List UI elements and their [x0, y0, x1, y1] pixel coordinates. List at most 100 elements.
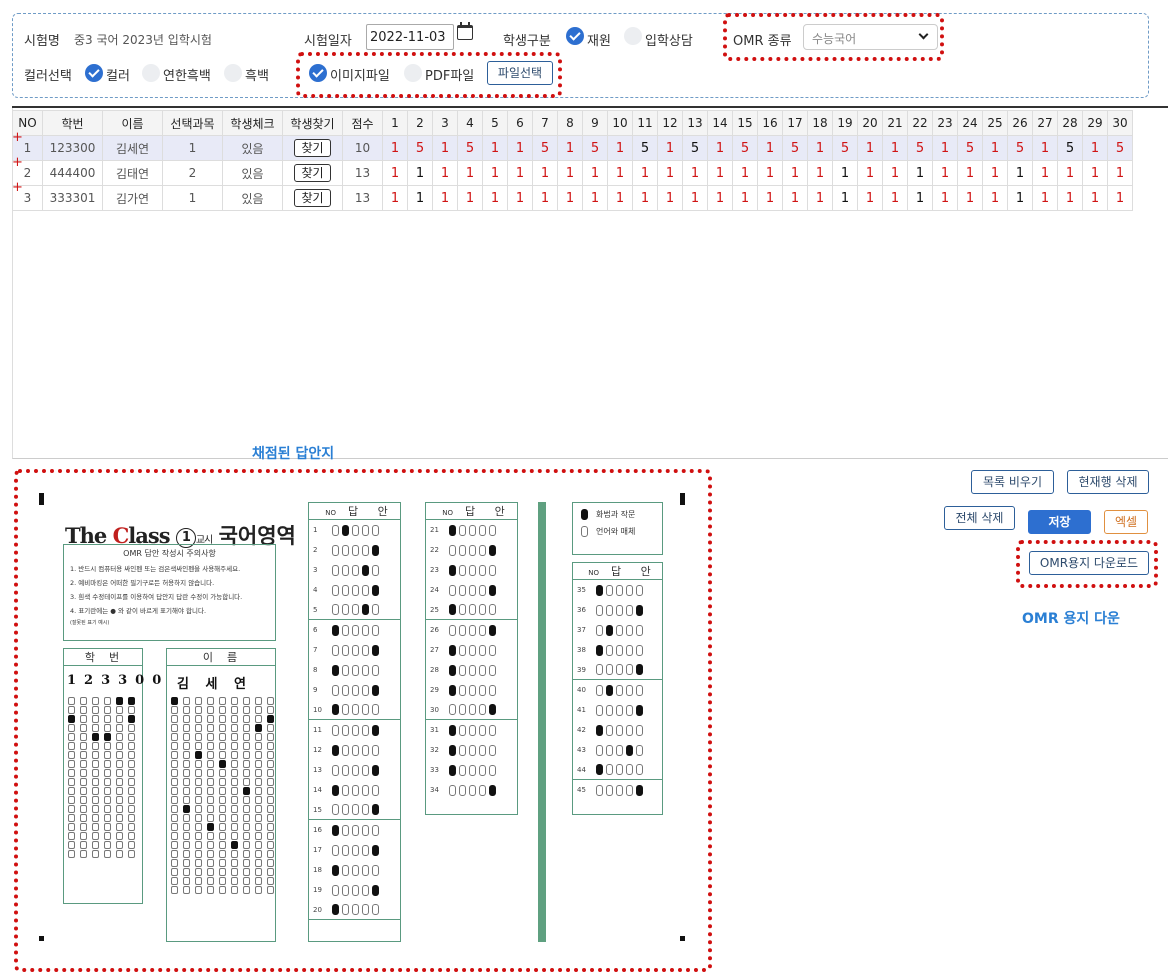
grid-question-header[interactable]: 17 — [782, 110, 808, 136]
answer-cell[interactable]: 1 — [757, 160, 783, 186]
grid-question-header[interactable]: 19 — [832, 110, 858, 136]
answer-cell[interactable]: 5 — [732, 135, 758, 161]
answer-cell[interactable]: 1 — [1032, 185, 1058, 211]
answer-cell[interactable]: 1 — [907, 160, 933, 186]
answer-cell[interactable]: 5 — [1057, 135, 1083, 161]
grid-question-header[interactable]: 15 — [732, 110, 758, 136]
answer-cell[interactable]: 1 — [607, 185, 633, 211]
answer-cell[interactable]: 5 — [457, 135, 483, 161]
answer-cell[interactable]: 5 — [907, 135, 933, 161]
answer-cell[interactable]: 5 — [1007, 135, 1033, 161]
answer-cell[interactable]: 5 — [582, 135, 608, 161]
answer-cell[interactable]: 1 — [457, 160, 483, 186]
find-student-button[interactable]: 찾기 — [294, 189, 331, 207]
answer-cell[interactable]: 1 — [1007, 185, 1033, 211]
answer-cell[interactable]: 1 — [1082, 135, 1108, 161]
answer-cell[interactable]: 1 — [432, 135, 458, 161]
grid-question-header[interactable]: 1 — [382, 110, 408, 136]
answer-cell[interactable]: 5 — [682, 135, 708, 161]
answer-cell[interactable]: 5 — [632, 135, 658, 161]
grid-header-cell[interactable]: 이름 — [102, 110, 163, 136]
answer-cell[interactable]: 1 — [1082, 160, 1108, 186]
table-row[interactable]: +3 333301 김가연 1 있음 찾기 13 1 1 1 1 1 1 1 1 1 1 1 1 1 1 1 1 1 1 1 1 1 1… — [12, 180, 1133, 211]
grid-question-header[interactable]: 8 — [557, 110, 583, 136]
answer-cell[interactable]: 1 — [657, 160, 683, 186]
answer-cell[interactable]: 1 — [407, 185, 433, 211]
grid-header-cell[interactable]: 학번 — [42, 110, 103, 136]
answer-cell[interactable]: 1 — [732, 160, 758, 186]
grid-question-header[interactable]: 27 — [1032, 110, 1058, 136]
answer-cell[interactable]: 1 — [557, 185, 583, 211]
grid-question-header[interactable]: 18 — [807, 110, 833, 136]
answer-cell[interactable]: 1 — [482, 160, 508, 186]
answer-cell[interactable]: 1 — [707, 160, 733, 186]
answer-cell[interactable]: 1 — [932, 135, 958, 161]
radio-light-mono[interactable] — [142, 64, 160, 82]
answer-cell[interactable]: 5 — [957, 135, 983, 161]
answer-cell[interactable]: 1 — [1057, 160, 1083, 186]
answer-cell[interactable]: 1 — [932, 160, 958, 186]
grid-header-cell[interactable]: 학생체크 — [222, 110, 283, 136]
grid-question-header[interactable]: 20 — [857, 110, 883, 136]
answer-cell[interactable]: 5 — [532, 135, 558, 161]
answer-cell[interactable]: 1 — [857, 185, 883, 211]
answer-cell[interactable]: 1 — [1032, 160, 1058, 186]
answer-cell[interactable]: 1 — [757, 135, 783, 161]
answer-cell[interactable]: 1 — [507, 135, 533, 161]
grid-question-header[interactable]: 12 — [657, 110, 683, 136]
answer-cell[interactable]: 1 — [432, 185, 458, 211]
expand-plus-icon[interactable]: + — [12, 180, 23, 195]
grid-question-header[interactable]: 7 — [532, 110, 558, 136]
answer-cell[interactable]: 1 — [582, 185, 608, 211]
answer-cell[interactable]: 5 — [1107, 135, 1133, 161]
answer-cell[interactable]: 1 — [607, 160, 633, 186]
answer-cell[interactable]: 1 — [382, 185, 408, 211]
grid-question-header[interactable]: 21 — [882, 110, 908, 136]
grid-question-header[interactable]: 22 — [907, 110, 933, 136]
answer-cell[interactable]: 1 — [682, 185, 708, 211]
answer-cell[interactable]: 1 — [1057, 185, 1083, 211]
grid-question-header[interactable]: 3 — [432, 110, 458, 136]
grid-question-header[interactable]: 6 — [507, 110, 533, 136]
answer-cell[interactable]: 1 — [1082, 185, 1108, 211]
answer-cell[interactable]: 1 — [982, 135, 1008, 161]
answer-cell[interactable]: 1 — [482, 185, 508, 211]
exam-date-input[interactable] — [366, 24, 454, 50]
answer-cell[interactable]: 1 — [832, 160, 858, 186]
grid-question-header[interactable]: 13 — [682, 110, 708, 136]
grid-question-header[interactable]: 25 — [982, 110, 1008, 136]
grid-question-header[interactable]: 23 — [932, 110, 958, 136]
answer-cell[interactable]: 1 — [682, 160, 708, 186]
answer-cell[interactable]: 1 — [532, 160, 558, 186]
expand-plus-icon[interactable]: + — [12, 155, 23, 170]
answer-cell[interactable]: 1 — [657, 185, 683, 211]
answer-cell[interactable]: 1 — [882, 160, 908, 186]
grid-question-header[interactable]: 16 — [757, 110, 783, 136]
answer-cell[interactable]: 5 — [832, 135, 858, 161]
answer-cell[interactable]: 1 — [557, 160, 583, 186]
answer-cell[interactable]: 1 — [382, 135, 408, 161]
answer-cell[interactable]: 1 — [707, 135, 733, 161]
answer-cell[interactable]: 1 — [807, 135, 833, 161]
grid-question-header[interactable]: 26 — [1007, 110, 1033, 136]
answer-cell[interactable]: 1 — [907, 185, 933, 211]
delete-current-row-button[interactable]: 현재행 삭제 — [1067, 470, 1149, 494]
grid-header-cell[interactable]: 점수 — [342, 110, 383, 136]
answer-cell[interactable]: 1 — [482, 135, 508, 161]
answer-cell[interactable]: 5 — [407, 135, 433, 161]
answer-cell[interactable]: 1 — [657, 135, 683, 161]
answer-cell[interactable]: 1 — [957, 160, 983, 186]
answer-cell[interactable]: 1 — [957, 185, 983, 211]
answer-cell[interactable]: 1 — [1107, 160, 1133, 186]
save-button[interactable]: 저장 — [1028, 510, 1091, 534]
answer-cell[interactable]: 1 — [1032, 135, 1058, 161]
delete-all-button[interactable]: 전체 삭제 — [944, 506, 1015, 530]
answer-cell[interactable]: 1 — [882, 185, 908, 211]
answer-cell[interactable]: 1 — [982, 160, 1008, 186]
answer-cell[interactable]: 1 — [407, 160, 433, 186]
grid-question-header[interactable]: 10 — [607, 110, 633, 136]
radio-mono[interactable] — [224, 64, 242, 82]
find-student-button[interactable]: 찾기 — [294, 139, 331, 157]
answer-cell[interactable]: 1 — [782, 185, 808, 211]
answer-cell[interactable]: 1 — [932, 185, 958, 211]
